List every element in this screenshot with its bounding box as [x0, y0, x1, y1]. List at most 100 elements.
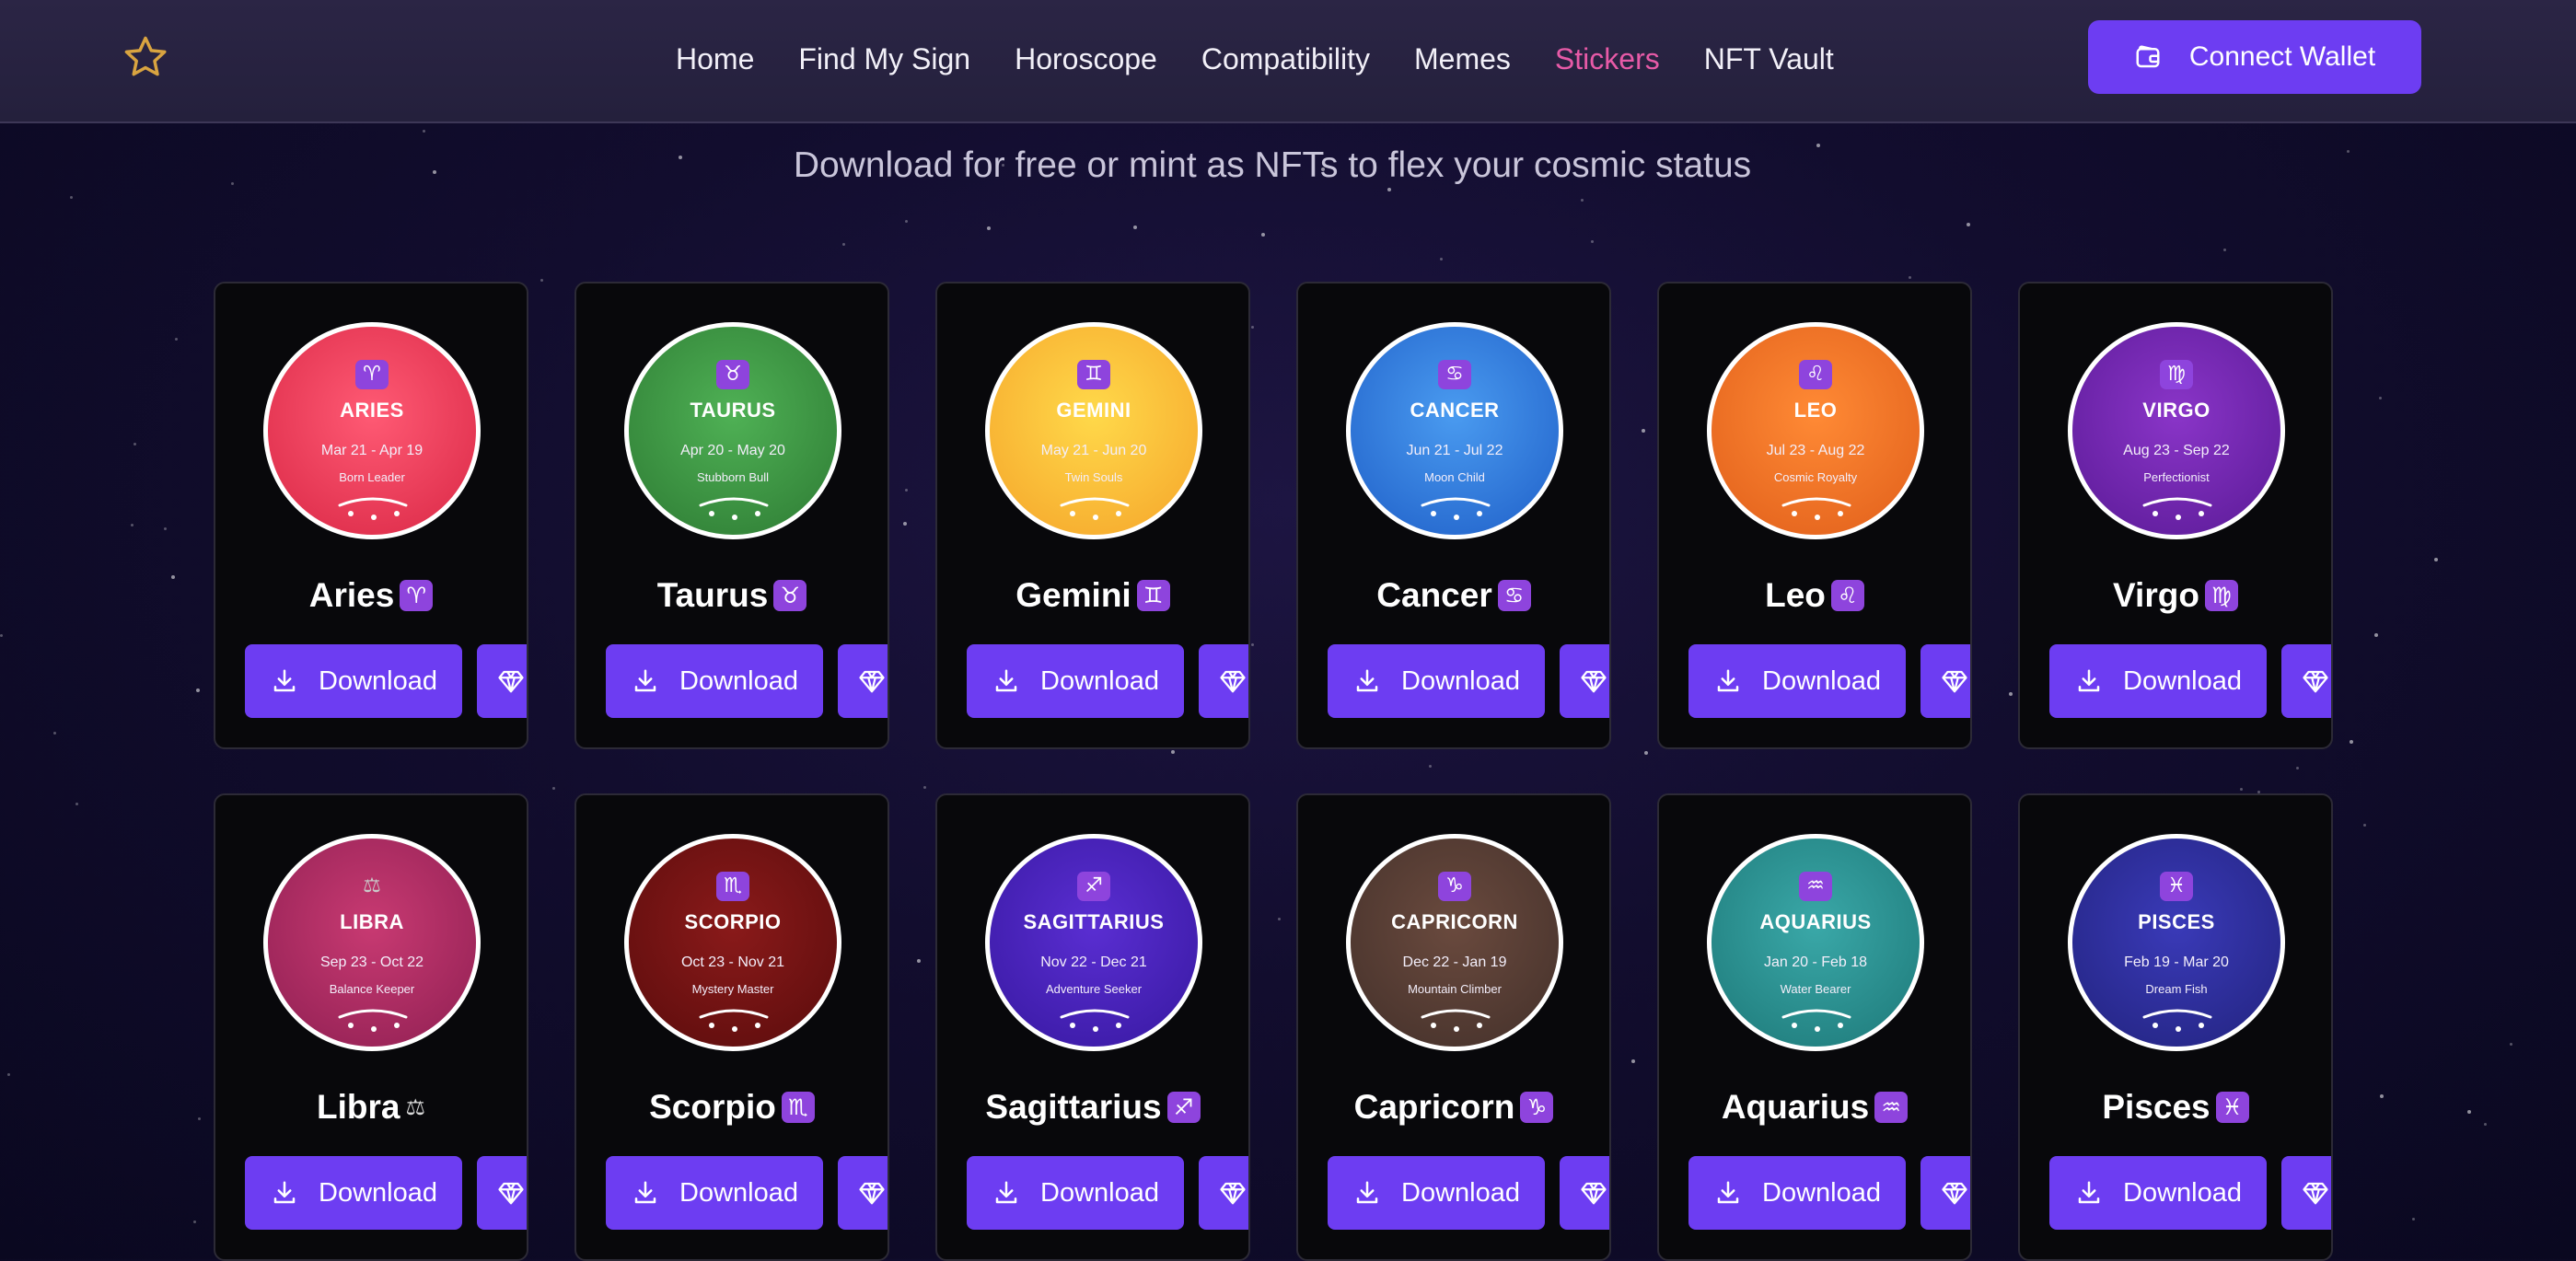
card-title-text: Libra	[317, 1088, 400, 1126]
mint-button[interactable]: Mint	[477, 644, 527, 718]
card-title: Scorpio ♏	[576, 1088, 888, 1127]
card-title-text: Aries	[308, 576, 395, 614]
sticker-badge[interactable]: ♌ LEO Jul 23 - Aug 22 Cosmic Royalty	[1707, 322, 1924, 539]
sticker-badge[interactable]: ♊ GEMINI May 21 - Jun 20 Twin Souls	[985, 322, 1202, 539]
badge-dates: Dec 22 - Jan 19	[1402, 954, 1507, 970]
mint-button[interactable]: Mint	[1199, 644, 1248, 718]
card-title: Gemini ♊	[937, 576, 1248, 615]
download-button[interactable]: Download	[967, 1156, 1184, 1230]
download-button-label: Download	[1401, 665, 1520, 696]
sticker-badge[interactable]: ♈ ARIES Mar 21 - Apr 19 Born Leader	[263, 322, 481, 539]
card-title: Virgo ♍	[2020, 576, 2331, 615]
badge-dot	[1838, 511, 1843, 516]
badge-dot	[1116, 1023, 1121, 1028]
sticker-badge[interactable]: ♐ SAGITTARIUS Nov 22 - Dec 21 Adventure See…	[985, 834, 1202, 1051]
diamond-icon	[1581, 670, 1607, 693]
sticker-badge[interactable]: ⚖ LIBRA Sep 23 - Oct 22 Balance Keeper	[263, 834, 481, 1051]
badge-dots	[629, 1019, 837, 1032]
star-dot	[131, 524, 133, 526]
nav-horoscope-link[interactable]: Horoscope	[1015, 42, 1157, 76]
star-dot	[196, 688, 200, 692]
badge-tagline: Mystery Master	[691, 982, 774, 996]
nav-nft-vault-link[interactable]: NFT Vault	[1704, 42, 1834, 76]
badge-dots	[2072, 507, 2280, 520]
star-dot	[75, 803, 78, 805]
download-button[interactable]: Download	[2049, 644, 2267, 718]
mint-button[interactable]: Mint	[1920, 1156, 1970, 1230]
zodiac-symbol-icon: ♌	[1799, 360, 1832, 389]
mint-button[interactable]: Mint	[838, 644, 888, 718]
download-button[interactable]: Download	[1328, 1156, 1545, 1230]
badge-sign-name: CANCER	[1410, 399, 1500, 422]
download-button-label: Download	[319, 665, 437, 696]
download-button[interactable]: Download	[1328, 644, 1545, 718]
nav-stickers-link[interactable]: Stickers	[1555, 42, 1660, 76]
download-button[interactable]: Download	[1688, 644, 1906, 718]
download-button[interactable]: Download	[245, 644, 462, 718]
zodiac-emoji-icon: ♉	[773, 580, 807, 611]
sticker-badge[interactable]: ♓ PISCES Feb 19 - Mar 20 Dream Fish	[2068, 834, 2285, 1051]
card-title: Aries ♈	[215, 576, 527, 615]
badge-tagline: Balance Keeper	[329, 982, 415, 996]
star-dot	[1967, 223, 1970, 226]
nav-find-my-sign-link[interactable]: Find My Sign	[798, 42, 970, 76]
sticker-badge[interactable]: ♋ CANCER Jun 21 - Jul 22 Moon Child	[1346, 322, 1563, 539]
badge-dot	[2199, 511, 2204, 516]
star-dot	[1251, 326, 1254, 329]
mint-button[interactable]: Mint	[1920, 644, 1970, 718]
nav-memes-link[interactable]: Memes	[1414, 42, 1511, 76]
download-button[interactable]: Download	[245, 1156, 462, 1230]
badge-dates: Jan 20 - Feb 18	[1763, 954, 1868, 970]
sticker-card-taurus: ♉ TAURUS Apr 20 - May 20 Stubborn Bull Tauru…	[574, 282, 889, 749]
badge-sign-name: AQUARIUS	[1759, 910, 1872, 933]
badge-dot	[1815, 515, 1820, 520]
badge-dot	[2199, 1023, 2204, 1028]
mint-button[interactable]: Mint	[477, 1156, 527, 1230]
badge-dates: Nov 22 - Dec 21	[1040, 954, 1147, 970]
download-button-label: Download	[1762, 665, 1881, 696]
badge-tagline: Perfectionist	[2143, 470, 2210, 484]
star-dot	[917, 959, 921, 963]
badge-dot	[755, 511, 760, 516]
badge-tagline: Twin Souls	[1064, 470, 1123, 484]
mint-button[interactable]: Mint	[838, 1156, 888, 1230]
star-dot	[7, 1073, 10, 1076]
badge-dot	[755, 1023, 760, 1028]
sticker-badge[interactable]: ♍ VIRGO Aug 23 - Sep 22 Perfectionist	[2068, 322, 2285, 539]
badge-dates: May 21 - Jun 20	[1040, 443, 1147, 458]
star-dot	[905, 489, 908, 492]
mint-button[interactable]: Mint	[1199, 1156, 1248, 1230]
nav-compatibility-link[interactable]: Compatibility	[1201, 42, 1370, 76]
mint-button[interactable]: Mint	[1560, 644, 1609, 718]
badge-dots	[1712, 1019, 1920, 1032]
sticker-badge[interactable]: ♑ CAPRICORN Dec 22 - Jan 19 Mountain Climbe…	[1346, 834, 1563, 1051]
sticker-card-aries: ♈ ARIES Mar 21 - Apr 19 Born Leader Aries ♈ Do…	[214, 282, 528, 749]
zodiac-emoji-icon: ⚖	[405, 1094, 425, 1120]
download-icon	[634, 1181, 656, 1204]
mint-button[interactable]: Mint	[2281, 1156, 2331, 1230]
badge-dots	[990, 507, 1198, 520]
zodiac-symbol-icon: ♈	[355, 360, 389, 389]
star-dot	[171, 575, 175, 579]
page-subtitle: Download for free or mint as NFTs to fle…	[793, 145, 1752, 185]
sticker-badge[interactable]: ♉ TAURUS Apr 20 - May 20 Stubborn Bull	[624, 322, 841, 539]
sticker-badge[interactable]: ♏ SCORPIO Oct 23 - Nov 21 Mystery Master	[624, 834, 841, 1051]
download-icon	[273, 669, 296, 692]
star-dot	[193, 1221, 196, 1223]
mint-button[interactable]: Mint	[1560, 1156, 1609, 1230]
download-button[interactable]: Download	[606, 1156, 823, 1230]
sticker-badge[interactable]: ♒ AQUARIUS Jan 20 - Feb 18 Water Bearer	[1707, 834, 1924, 1051]
download-button[interactable]: Download	[606, 644, 823, 718]
download-button[interactable]: Download	[1688, 1156, 1906, 1230]
badge-sign-name: LIBRA	[340, 910, 404, 933]
mint-button[interactable]: Mint	[2281, 644, 2331, 718]
connect-wallet-button[interactable]: Connect Wallet	[2088, 20, 2421, 94]
download-button[interactable]: Download	[967, 644, 1184, 718]
card-title: Leo ♌	[1659, 576, 1970, 615]
badge-sign-name: LEO	[1793, 399, 1838, 422]
star-logo-icon[interactable]	[122, 33, 169, 81]
star-dot	[2412, 1218, 2415, 1221]
download-button[interactable]: Download	[2049, 1156, 2267, 1230]
nav-home-link[interactable]: Home	[676, 42, 754, 76]
zodiac-symbol-icon: ♒	[1799, 872, 1832, 901]
